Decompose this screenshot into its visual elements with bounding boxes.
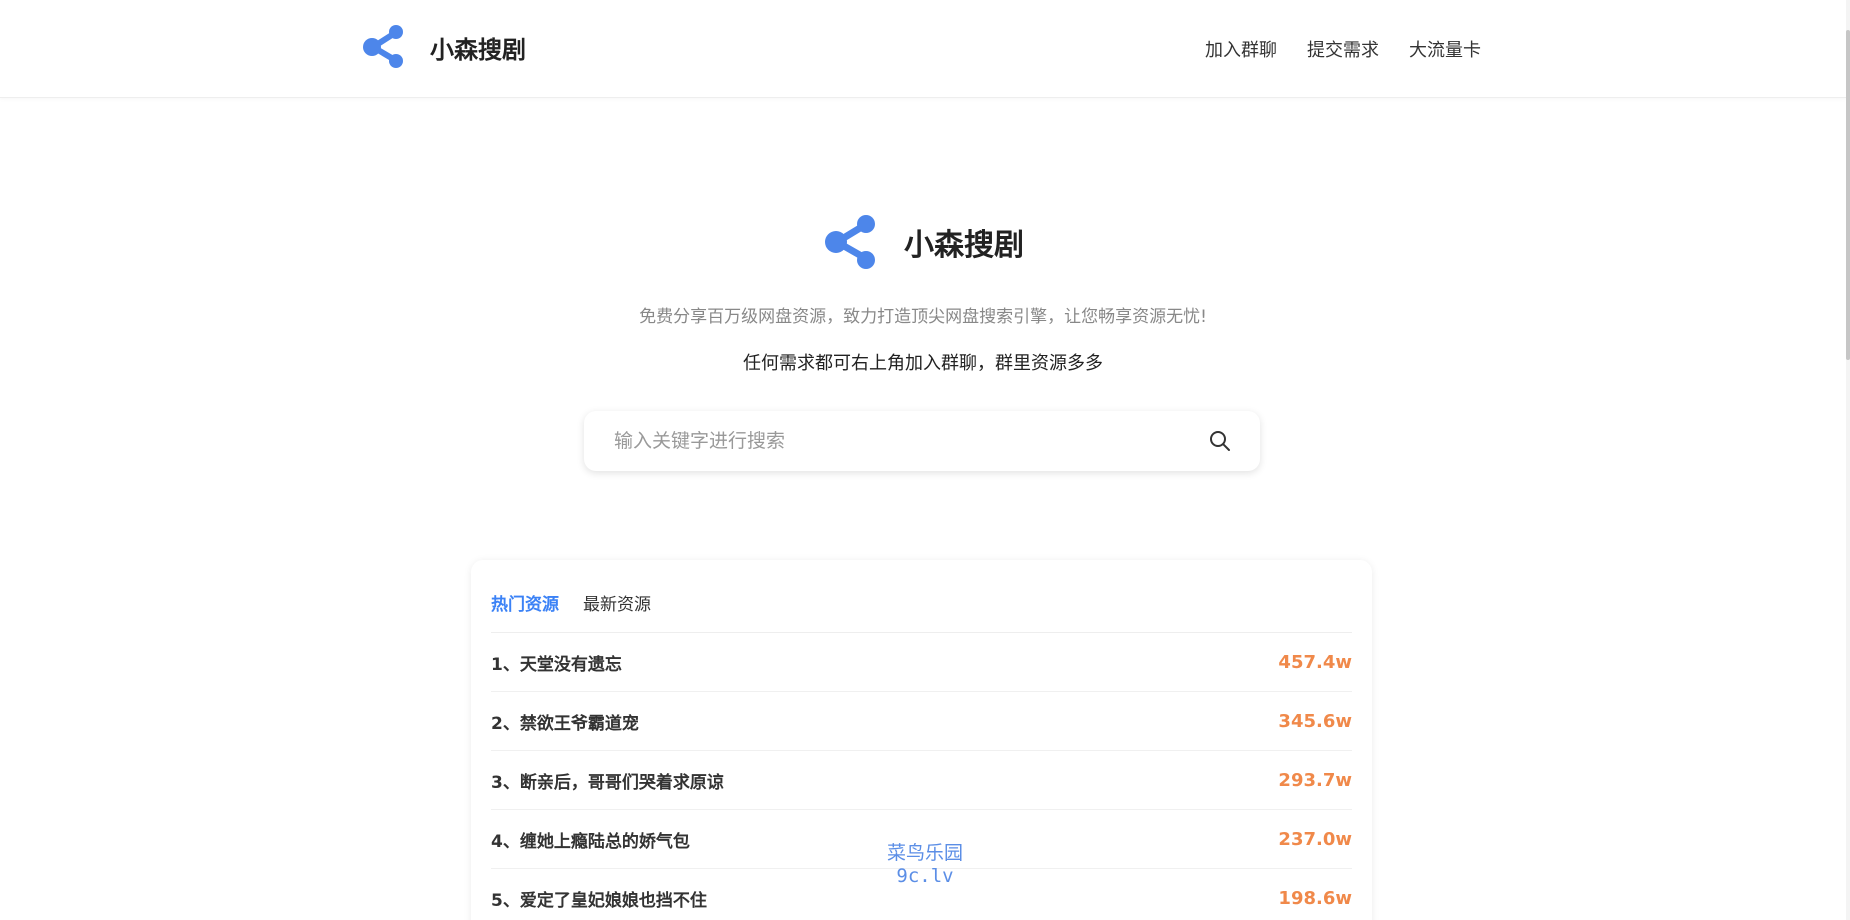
resource-tabs: 热门资源 最新资源 (491, 590, 651, 615)
list-item[interactable]: 1、天堂没有遗忘 457.4w (491, 633, 1352, 692)
tab-latest[interactable]: 最新资源 (583, 590, 651, 615)
resource-count: 293.7w (1278, 769, 1352, 791)
resource-name: 3、断亲后，哥哥们哭着求原谅 (491, 772, 724, 793)
site-title: 小森搜剧 (430, 35, 526, 64)
header-brand[interactable]: 小森搜剧 (362, 24, 526, 70)
scrollbar-thumb[interactable] (1846, 30, 1850, 360)
top-header: 小森搜剧 加入群聊 提交需求 大流量卡 (0, 0, 1846, 98)
search-icon (1210, 431, 1230, 451)
resource-count: 457.4w (1278, 651, 1352, 673)
hero-tip: 任何需求都可右上角加入群聊，群里资源多多 (743, 353, 1103, 374)
watermark: 菜鸟乐园 9c.lv (880, 842, 970, 888)
resource-name: 2、禁欲王爷霸道宠 (491, 713, 639, 734)
resource-name: 1、天堂没有遗忘 (491, 654, 622, 675)
watermark-line2: 9c.lv (896, 865, 954, 887)
nav-submit-request[interactable]: 提交需求 (1307, 36, 1379, 62)
list-item[interactable]: 2、禁欲王爷霸道宠 345.6w (491, 692, 1352, 751)
page: 小森搜剧 加入群聊 提交需求 大流量卡 小森搜剧 免费分享百万级网盘资源，致力打… (0, 0, 1850, 920)
nav-join-group[interactable]: 加入群聊 (1205, 36, 1277, 62)
search-button[interactable] (1190, 411, 1250, 471)
hero-subtitle: 免费分享百万级网盘资源，致力打造顶尖网盘搜索引擎，让您畅享资源无忧! (639, 307, 1207, 327)
tab-hot[interactable]: 热门资源 (491, 590, 559, 615)
nav-data-card[interactable]: 大流量卡 (1409, 36, 1481, 62)
resource-count: 345.6w (1278, 710, 1352, 732)
resource-count: 198.6w (1278, 887, 1352, 909)
search-box (584, 411, 1260, 471)
scrollbar[interactable] (1846, 0, 1850, 920)
share-icon (362, 24, 404, 70)
search-input[interactable] (584, 411, 1190, 471)
resource-name: 5、爱定了皇妃娘娘也挡不住 (491, 890, 707, 911)
resource-count: 237.0w (1278, 828, 1352, 850)
watermark-line1: 菜鸟乐园 (886, 842, 963, 864)
resource-name: 4、缠她上瘾陆总的娇气包 (491, 831, 690, 852)
list-item[interactable]: 3、断亲后，哥哥们哭着求原谅 293.7w (491, 751, 1352, 810)
share-icon (824, 214, 876, 270)
top-nav: 加入群聊 提交需求 大流量卡 (1205, 36, 1481, 62)
hero-title: 小森搜剧 (904, 228, 1024, 263)
hero-brand: 小森搜剧 (824, 214, 1024, 270)
